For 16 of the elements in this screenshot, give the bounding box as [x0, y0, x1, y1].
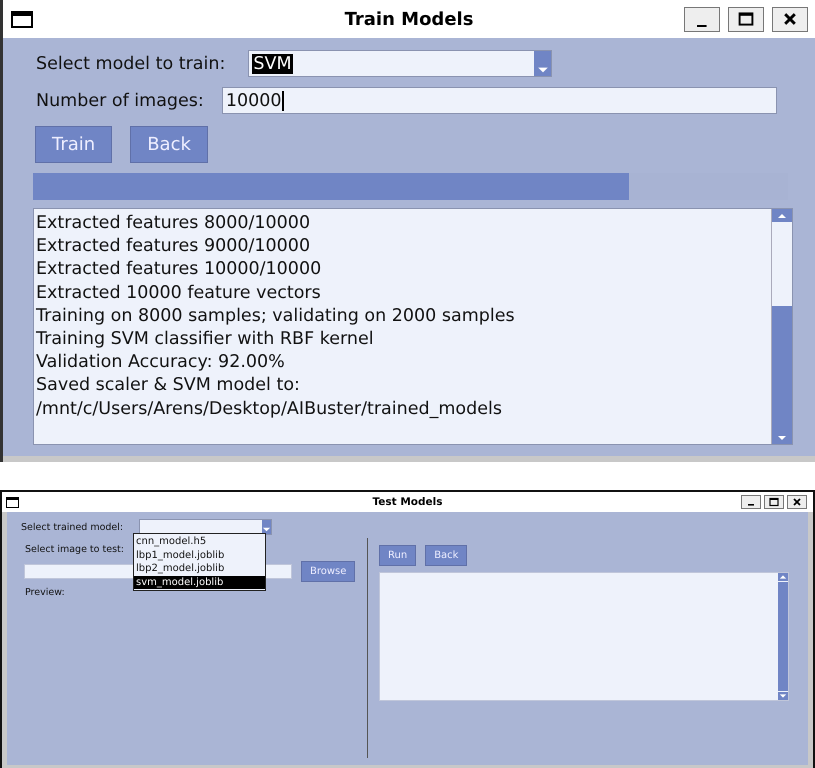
field-label: Select trained model:: [21, 522, 124, 532]
log-line: Extracted 10000 feature vectors: [36, 282, 322, 305]
log-line: Validation Accuracy: 92.00%: [36, 351, 286, 374]
log-line: /mnt/c/Users/Arens/Desktop/AIBuster/trained_models: [36, 398, 503, 421]
field-label: Preview:: [25, 587, 65, 598]
log-line: Training on 8000 samples; validating on 2000 samples: [36, 304, 516, 328]
field-label: Number of images:: [35, 90, 204, 110]
log-line: Extracted features 9000/10000: [36, 235, 312, 258]
window-title: Train Models: [344, 8, 474, 30]
log-line: Saved scaler & SVM model to:: [36, 374, 301, 398]
window-title: Test Models: [372, 496, 442, 508]
field-label: Select image to test:: [25, 544, 124, 555]
log-line: Extracted features 10000/10000: [36, 258, 322, 282]
log-line: Training SVM classifier with RBF kernel: [36, 328, 375, 352]
log-line: Extracted features 8000/10000: [36, 212, 312, 235]
field-label: Select model to train:: [35, 54, 226, 74]
